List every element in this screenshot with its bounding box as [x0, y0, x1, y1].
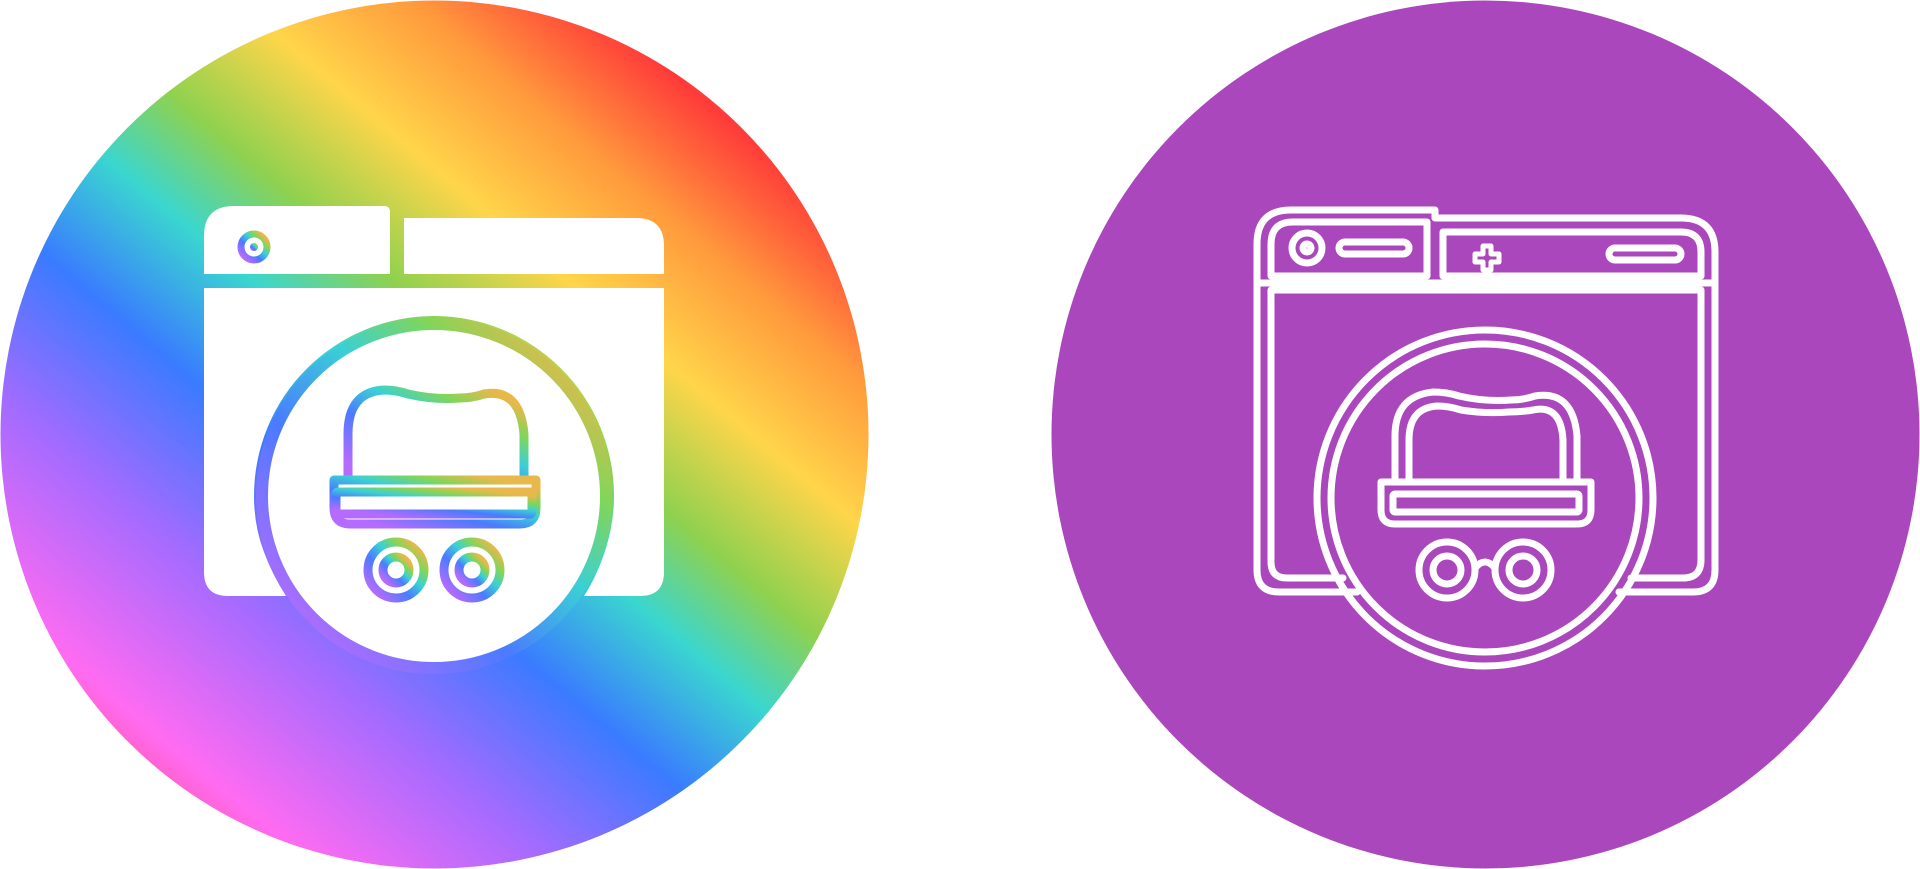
badge-background — [1051, 0, 1920, 869]
rainbow-badge — [0, 0, 869, 869]
incognito-browser-glyph-icon — [0, 0, 869, 869]
purple-badge — [1051, 0, 1920, 869]
icon-pair-canvas — [0, 0, 1920, 869]
incognito-browser-outline-icon — [1051, 0, 1920, 869]
